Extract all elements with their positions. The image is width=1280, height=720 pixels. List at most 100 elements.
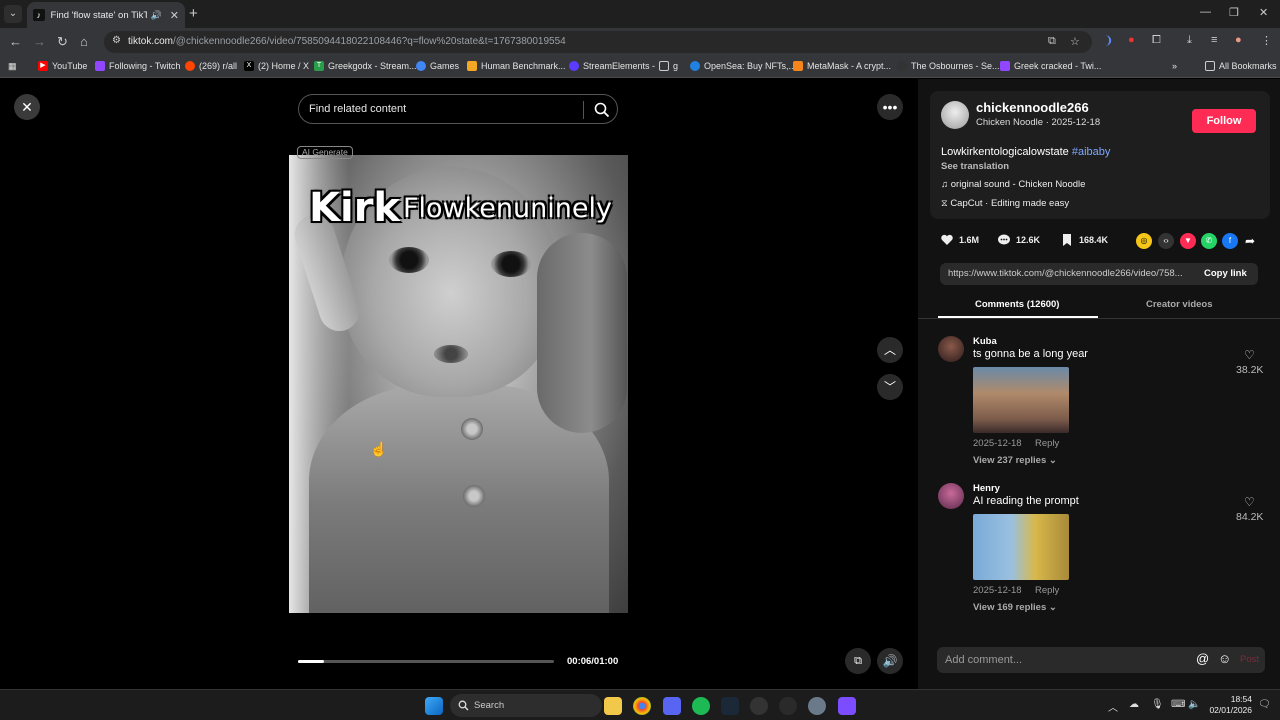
comment-like-heart-icon[interactable]: ♡ (1244, 495, 1255, 509)
previous-video-chevron-up-icon[interactable]: ︿ (877, 337, 903, 363)
share-send-icon[interactable]: ▼ (1180, 233, 1196, 249)
miniplayer-icon[interactable]: ⧉ (845, 648, 871, 674)
bookmark-x[interactable]: X (2) Home / X (244, 61, 309, 71)
save-button[interactable]: 168.4K (1060, 233, 1108, 247)
comment-button[interactable]: 12.6K (997, 233, 1040, 247)
whatsapp-icon[interactable]: ✆ (1201, 233, 1217, 249)
next-video-chevron-down-icon[interactable]: ﹀ (877, 374, 903, 400)
share-coin-icon[interactable]: ◎ (1136, 233, 1152, 249)
all-bookmarks[interactable]: All Bookmarks (1205, 61, 1277, 71)
mention-at-icon[interactable]: @ (1196, 651, 1209, 666)
comment-like-heart-icon[interactable]: ♡ (1244, 348, 1255, 362)
bookmark-star-icon[interactable]: ☆ (1070, 35, 1080, 48)
downloads-icon[interactable]: ⤓ (1187, 34, 1192, 47)
windows-start-icon[interactable] (425, 697, 443, 715)
taskbar-clock[interactable]: 18:54 02/01/2026 (1208, 694, 1252, 716)
embed-code-icon[interactable]: ‹› (1158, 233, 1174, 249)
bookmark-twitch[interactable]: Following - Twitch (95, 61, 180, 71)
comment-author[interactable]: Henry (973, 483, 1000, 494)
speaker-icon[interactable]: 🔈 (1188, 699, 1200, 710)
minimize-icon[interactable]: — (1200, 6, 1211, 18)
bookmarks-overflow-icon[interactable]: » (1172, 61, 1177, 71)
extension-2-icon[interactable]: ● (1128, 34, 1135, 46)
bookmark-osbournes[interactable]: The Osbournes - Se... (897, 61, 1000, 71)
more-options-icon[interactable]: ••• (877, 94, 903, 120)
comment-author[interactable]: Kuba (973, 336, 997, 347)
like-button[interactable]: 1.6M (940, 233, 979, 247)
video-player[interactable]: Kirk Flowkenuninely (289, 155, 628, 613)
bookmark-youtube[interactable]: ▶ YouTube (38, 61, 87, 71)
bookmark-greek-cracked[interactable]: Greek cracked - Twi... (1000, 61, 1101, 71)
app-icon[interactable] (750, 697, 768, 715)
file-explorer-icon[interactable] (604, 697, 622, 715)
comment-gif-image[interactable] (973, 367, 1069, 433)
browser-menu-icon[interactable]: ⋮ (1261, 34, 1272, 47)
window-close-icon[interactable]: ✕ (1259, 6, 1268, 19)
capcut-link[interactable]: ⧖ CapCut · Editing made easy (941, 198, 1069, 209)
bookmark-opensea[interactable]: OpenSea: Buy NFTs,... (690, 61, 796, 71)
facebook-icon[interactable]: f (1222, 233, 1238, 249)
creator-avatar[interactable] (941, 101, 969, 129)
media-controls-icon[interactable]: ≡ (1211, 34, 1217, 46)
follow-button[interactable]: Follow (1192, 109, 1256, 133)
bookmark-games[interactable]: Games (416, 61, 459, 71)
app-icon[interactable] (779, 697, 797, 715)
new-tab-icon[interactable]: + (189, 5, 198, 22)
bookmark-greekgodx[interactable]: T Greekgodx - Stream... (314, 61, 417, 71)
discord-icon[interactable] (663, 697, 681, 715)
notifications-icon[interactable]: 🗨 (1258, 699, 1271, 710)
site-info-icon[interactable]: ⚙ (112, 35, 121, 46)
post-button[interactable]: Post (1240, 654, 1259, 665)
browser-tab-active[interactable]: ♪ Find 'flow state' on TikTok | 🔊 ✕ (27, 2, 185, 28)
install-app-icon[interactable]: ⧉ (1048, 35, 1056, 48)
settings-gear-icon[interactable] (808, 697, 826, 715)
sound-link[interactable]: ♫ original sound - Chicken Noodle (941, 179, 1085, 190)
volume-icon[interactable]: 🔊 (877, 648, 903, 674)
view-replies-button[interactable]: View 237 replies ⌄ (973, 455, 1057, 466)
tab-close-icon[interactable]: ✕ (170, 9, 179, 22)
tab-creator-videos[interactable]: Creator videos (1146, 299, 1213, 310)
tab-search-menu-icon[interactable]: ⌄ (4, 5, 22, 23)
emoji-icon[interactable]: ☺ (1218, 651, 1231, 666)
video-progress-bar[interactable] (298, 660, 554, 663)
home-icon[interactable]: ⌂ (80, 34, 88, 49)
share-arrow-icon[interactable]: ➦ (1242, 233, 1258, 249)
view-replies-button[interactable]: View 169 replies ⌄ (973, 602, 1057, 613)
bookmark-metamask[interactable]: MetaMask - A crypt... (793, 61, 891, 71)
network-icon[interactable]: ⌨ (1171, 699, 1185, 710)
spotify-icon[interactable] (692, 697, 710, 715)
close-video-button[interactable]: ✕ (14, 94, 40, 120)
bookmark-reddit[interactable]: (269) r/all (185, 61, 237, 71)
bookmark-folder-g[interactable]: g (659, 61, 678, 71)
creator-username[interactable]: chickennoodle266 (976, 100, 1089, 115)
apps-grid-icon[interactable]: ▦ (8, 61, 17, 72)
chrome-icon[interactable] (633, 697, 651, 715)
profile-avatar-icon[interactable]: ● (1235, 34, 1242, 46)
bookmark-human-benchmark[interactable]: Human Benchmark... (467, 61, 566, 71)
tab-audio-icon[interactable]: 🔊 (151, 10, 162, 21)
restore-icon[interactable]: ❐ (1229, 6, 1239, 19)
copy-link-button[interactable]: Copy link (1204, 268, 1247, 279)
add-comment-input[interactable] (945, 652, 1185, 668)
hashtag-link[interactable]: #aibaby (1072, 146, 1111, 158)
taskbar-search[interactable]: Search (450, 694, 602, 717)
app-grid-icon[interactable] (838, 697, 856, 715)
comment-avatar[interactable] (938, 336, 964, 362)
reply-button[interactable]: Reply (1035, 438, 1059, 449)
search-icon[interactable] (593, 101, 611, 119)
reload-icon[interactable]: ↻ (57, 34, 68, 50)
see-translation-link[interactable]: See translation (941, 161, 1009, 172)
address-bar[interactable]: ⚙ tiktok.com/@chickennoodle266/video/758… (104, 31, 1092, 53)
comment-avatar[interactable] (938, 483, 964, 509)
comment-gif-image[interactable] (973, 514, 1069, 580)
tab-comments[interactable]: Comments (12600) (975, 299, 1059, 310)
bookmark-streamelements[interactable]: StreamElements - (569, 61, 655, 71)
back-icon[interactable]: ← (9, 34, 22, 49)
microphone-icon[interactable]: 🎙 (1151, 699, 1164, 710)
tray-onedrive-icon[interactable]: ☁ (1129, 699, 1139, 710)
reply-button[interactable]: Reply (1035, 585, 1059, 596)
tray-chevron-up-icon[interactable]: ︿ (1108, 699, 1118, 714)
steam-icon[interactable] (721, 697, 739, 715)
extension-1-icon[interactable]: ❩ (1104, 34, 1113, 47)
related-search-input[interactable] (309, 101, 569, 117)
